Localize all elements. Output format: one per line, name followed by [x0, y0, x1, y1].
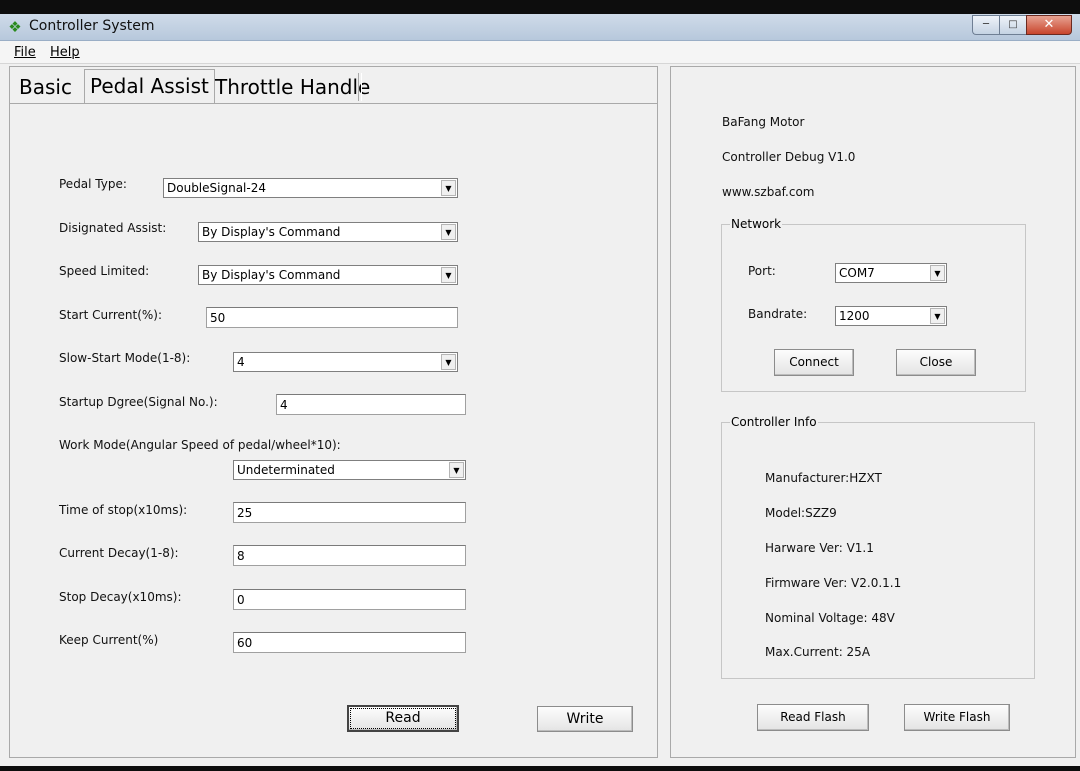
- current-decay-value: 8: [237, 549, 245, 563]
- tab-throttle-handle[interactable]: Throttle Handle: [215, 72, 370, 103]
- keep-current-value: 60: [237, 636, 253, 650]
- max-current-text: Max.Current: 25A: [765, 645, 871, 659]
- time-of-stop-value: 25: [237, 506, 253, 520]
- baudrate-value: 1200: [839, 309, 870, 323]
- manufacturer-text: Manufacturer:HZXT: [765, 471, 882, 485]
- chevron-down-icon[interactable]: ▼: [930, 265, 945, 281]
- network-group: Network Port: COM7 ▼ Bandrate: 1200 ▼ Co…: [721, 217, 1026, 392]
- chevron-down-icon[interactable]: ▼: [441, 180, 456, 196]
- app-version: Controller Debug V1.0: [722, 150, 856, 164]
- tab-basic[interactable]: Basic: [19, 72, 72, 103]
- designated-assist-select[interactable]: By Display's Command ▼: [198, 222, 458, 242]
- firmware-version-text: Firmware Ver: V2.0.1.1: [765, 576, 902, 590]
- stop-decay-value: 0: [237, 593, 245, 607]
- settings-panel: Basic Pedal Assist Throttle Handle Pedal…: [9, 66, 658, 758]
- time-of-stop-label: Time of stop(x10ms):: [59, 503, 188, 517]
- nominal-voltage-text: Nominal Voltage: 48V: [765, 611, 895, 625]
- menu-file[interactable]: File: [14, 45, 36, 60]
- close-icon[interactable]: ✕: [1026, 15, 1072, 35]
- brand-name: BaFang Motor: [722, 115, 805, 129]
- time-of-stop-input[interactable]: 25: [233, 502, 466, 523]
- window-title: Controller System: [29, 18, 155, 34]
- start-current-input[interactable]: 50: [206, 307, 458, 328]
- controller-info-group-title: Controller Info: [730, 415, 818, 429]
- speed-limited-select[interactable]: By Display's Command ▼: [198, 265, 458, 285]
- designated-assist-label: Disignated Assist:: [59, 221, 167, 235]
- hardware-version-text: Harware Ver: V1.1: [765, 541, 874, 555]
- chevron-down-icon[interactable]: ▼: [441, 267, 456, 283]
- minimize-icon[interactable]: ─: [972, 15, 999, 35]
- speed-limited-value: By Display's Command: [202, 268, 341, 282]
- website-link: www.szbaf.com: [722, 185, 815, 199]
- work-mode-value: Undeterminated: [237, 463, 335, 477]
- menu-file-label: File: [14, 45, 36, 60]
- connection-panel: BaFang Motor Controller Debug V1.0 www.s…: [670, 66, 1076, 758]
- port-select[interactable]: COM7 ▼: [835, 263, 947, 283]
- current-decay-label: Current Decay(1-8):: [59, 546, 179, 560]
- stop-decay-label: Stop Decay(x10ms):: [59, 590, 182, 604]
- window-controls: ─ □ ✕: [972, 15, 1072, 35]
- connect-button[interactable]: Connect: [774, 349, 854, 376]
- model-text: Model:SZZ9: [765, 506, 837, 520]
- read-flash-button[interactable]: Read Flash: [757, 704, 869, 731]
- work-mode-select[interactable]: Undeterminated ▼: [233, 460, 466, 480]
- tab-separator: [358, 73, 362, 101]
- controller-info-group: Controller Info Manufacturer:HZXT Model:…: [721, 415, 1035, 679]
- write-button[interactable]: Write: [537, 706, 633, 732]
- port-label: Port:: [748, 264, 776, 278]
- current-decay-input[interactable]: 8: [233, 545, 466, 566]
- start-current-label: Start Current(%):: [59, 308, 163, 322]
- network-group-title: Network: [730, 217, 783, 231]
- tab-pedal-assist[interactable]: Pedal Assist: [84, 69, 215, 104]
- tab-strip: Basic Pedal Assist Throttle Handle: [10, 67, 657, 104]
- maximize-icon[interactable]: □: [999, 15, 1026, 35]
- startup-degree-value: 4: [280, 398, 288, 412]
- chevron-down-icon[interactable]: ▼: [441, 224, 456, 240]
- controller-system-window: ❖ Controller System ─ □ ✕ File Help Basi…: [0, 14, 1080, 766]
- designated-assist-value: By Display's Command: [202, 225, 341, 239]
- pedal-type-select[interactable]: DoubleSignal-24 ▼: [163, 178, 458, 198]
- title-bar: ❖ Controller System ─ □ ✕: [0, 14, 1080, 41]
- pedal-type-value: DoubleSignal-24: [167, 181, 266, 195]
- port-value: COM7: [839, 266, 875, 280]
- startup-degree-label: Startup Dgree(Signal No.):: [59, 395, 218, 409]
- chevron-down-icon[interactable]: ▼: [930, 308, 945, 324]
- write-flash-button[interactable]: Write Flash: [904, 704, 1010, 731]
- work-mode-label: Work Mode(Angular Speed of pedal/wheel*1…: [59, 438, 341, 452]
- baudrate-label: Bandrate:: [748, 307, 808, 321]
- slow-start-mode-select[interactable]: 4 ▼: [233, 352, 458, 372]
- read-button[interactable]: Read: [347, 705, 459, 732]
- menu-help-label: Help: [50, 45, 80, 60]
- startup-degree-input[interactable]: 4: [276, 394, 466, 415]
- menu-bar: File Help: [0, 41, 1080, 64]
- baudrate-select[interactable]: 1200 ▼: [835, 306, 947, 326]
- keep-current-input[interactable]: 60: [233, 632, 466, 653]
- stop-decay-input[interactable]: 0: [233, 589, 466, 610]
- close-button[interactable]: Close: [896, 349, 976, 376]
- chevron-down-icon[interactable]: ▼: [441, 354, 456, 370]
- keep-current-label: Keep Current(%): [59, 633, 159, 647]
- slow-start-mode-label: Slow-Start Mode(1-8):: [59, 351, 191, 365]
- start-current-value: 50: [210, 311, 226, 325]
- menu-help[interactable]: Help: [50, 45, 80, 60]
- slow-start-mode-value: 4: [237, 355, 245, 369]
- chevron-down-icon[interactable]: ▼: [449, 462, 464, 478]
- pedal-assist-page: Pedal Type: DoubleSignal-24 ▼ Disignated…: [10, 103, 657, 758]
- pedal-type-label: Pedal Type:: [59, 177, 127, 191]
- bafang-app-icon: ❖: [8, 18, 22, 36]
- speed-limited-label: Speed Limited:: [59, 264, 150, 278]
